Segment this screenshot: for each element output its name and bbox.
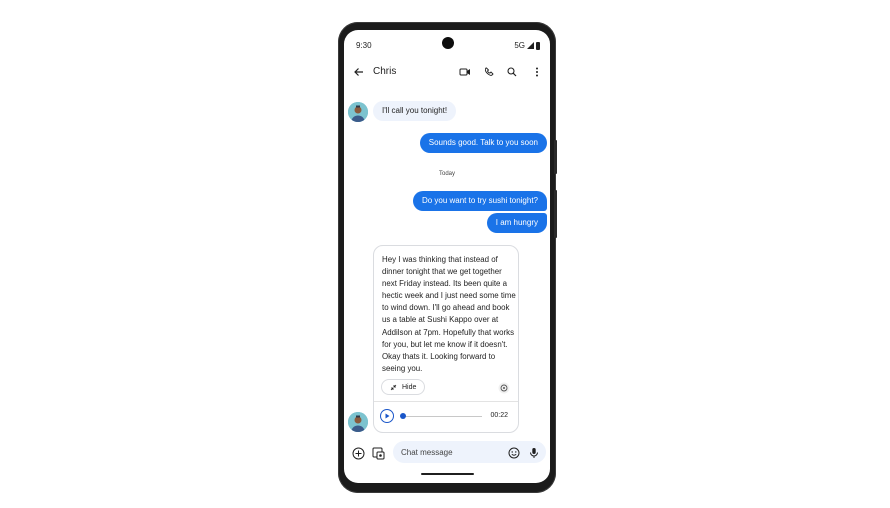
video-call-icon: [459, 68, 470, 76]
voice-transcript: Hey I was thinking that instead of dinne…: [382, 255, 516, 373]
person-avatar-icon: [348, 102, 368, 122]
signal-icon: [527, 42, 534, 49]
status-time: 9:30: [356, 41, 372, 50]
card-divider: [374, 401, 518, 402]
arrow-back-icon: [354, 68, 363, 76]
gear-icon: [498, 382, 510, 394]
phone-icon: [484, 67, 494, 76]
home-indicator[interactable]: [421, 473, 474, 475]
battery-icon: [536, 41, 540, 50]
add-attachment-button[interactable]: [350, 445, 366, 461]
back-button[interactable]: [351, 64, 367, 80]
contact-name[interactable]: Chris: [373, 66, 396, 77]
hide-label: Hide: [402, 383, 417, 391]
message-bubble-incoming[interactable]: I'll call you tonight!: [373, 101, 457, 121]
volume-button: [554, 190, 557, 238]
play-button[interactable]: [380, 409, 394, 423]
transcript-settings-button[interactable]: [498, 381, 510, 394]
audio-progress-track[interactable]: [402, 416, 482, 417]
search-icon: [507, 67, 517, 77]
date-separator: Today: [438, 171, 455, 177]
contact-avatar[interactable]: [348, 102, 368, 122]
phone-screen: 9:30 5G Chris I'll call you tonight! Sou…: [344, 30, 550, 483]
mic-icon: [530, 448, 538, 458]
gallery-icon: [372, 447, 384, 459]
status-bar: 9:30 5G: [344, 30, 550, 60]
compose-bar: [344, 439, 550, 467]
voice-message-card[interactable]: Hey I was thinking that instead of dinne…: [373, 245, 519, 433]
chat-message-input[interactable]: [393, 441, 546, 463]
emoji-icon: [508, 447, 520, 459]
power-button: [554, 140, 557, 174]
person-avatar-icon: [348, 412, 368, 432]
audio-progress-thumb[interactable]: [400, 413, 406, 419]
more-vert-icon: [536, 67, 538, 77]
more-options-button[interactable]: [529, 64, 545, 80]
audio-duration: 00:22: [490, 412, 508, 419]
add-circle-icon: [352, 447, 364, 459]
gallery-button[interactable]: [370, 445, 386, 461]
voice-input-button[interactable]: [526, 445, 542, 461]
video-call-button[interactable]: [457, 64, 473, 80]
network-label: 5G: [514, 41, 525, 50]
phone-call-button[interactable]: [481, 64, 497, 80]
search-button[interactable]: [504, 64, 520, 80]
emoji-button[interactable]: [506, 445, 522, 461]
message-bubble-outgoing[interactable]: I am hungry: [486, 213, 547, 233]
message-bubble-outgoing[interactable]: Do you want to try sushi tonight?: [412, 191, 547, 211]
contact-avatar[interactable]: [348, 412, 368, 432]
play-icon: [385, 413, 390, 419]
hide-transcript-button[interactable]: Hide: [381, 379, 425, 395]
message-bubble-outgoing[interactable]: Sounds good. Talk to you soon: [419, 133, 547, 153]
collapse-icon: [390, 384, 397, 390]
